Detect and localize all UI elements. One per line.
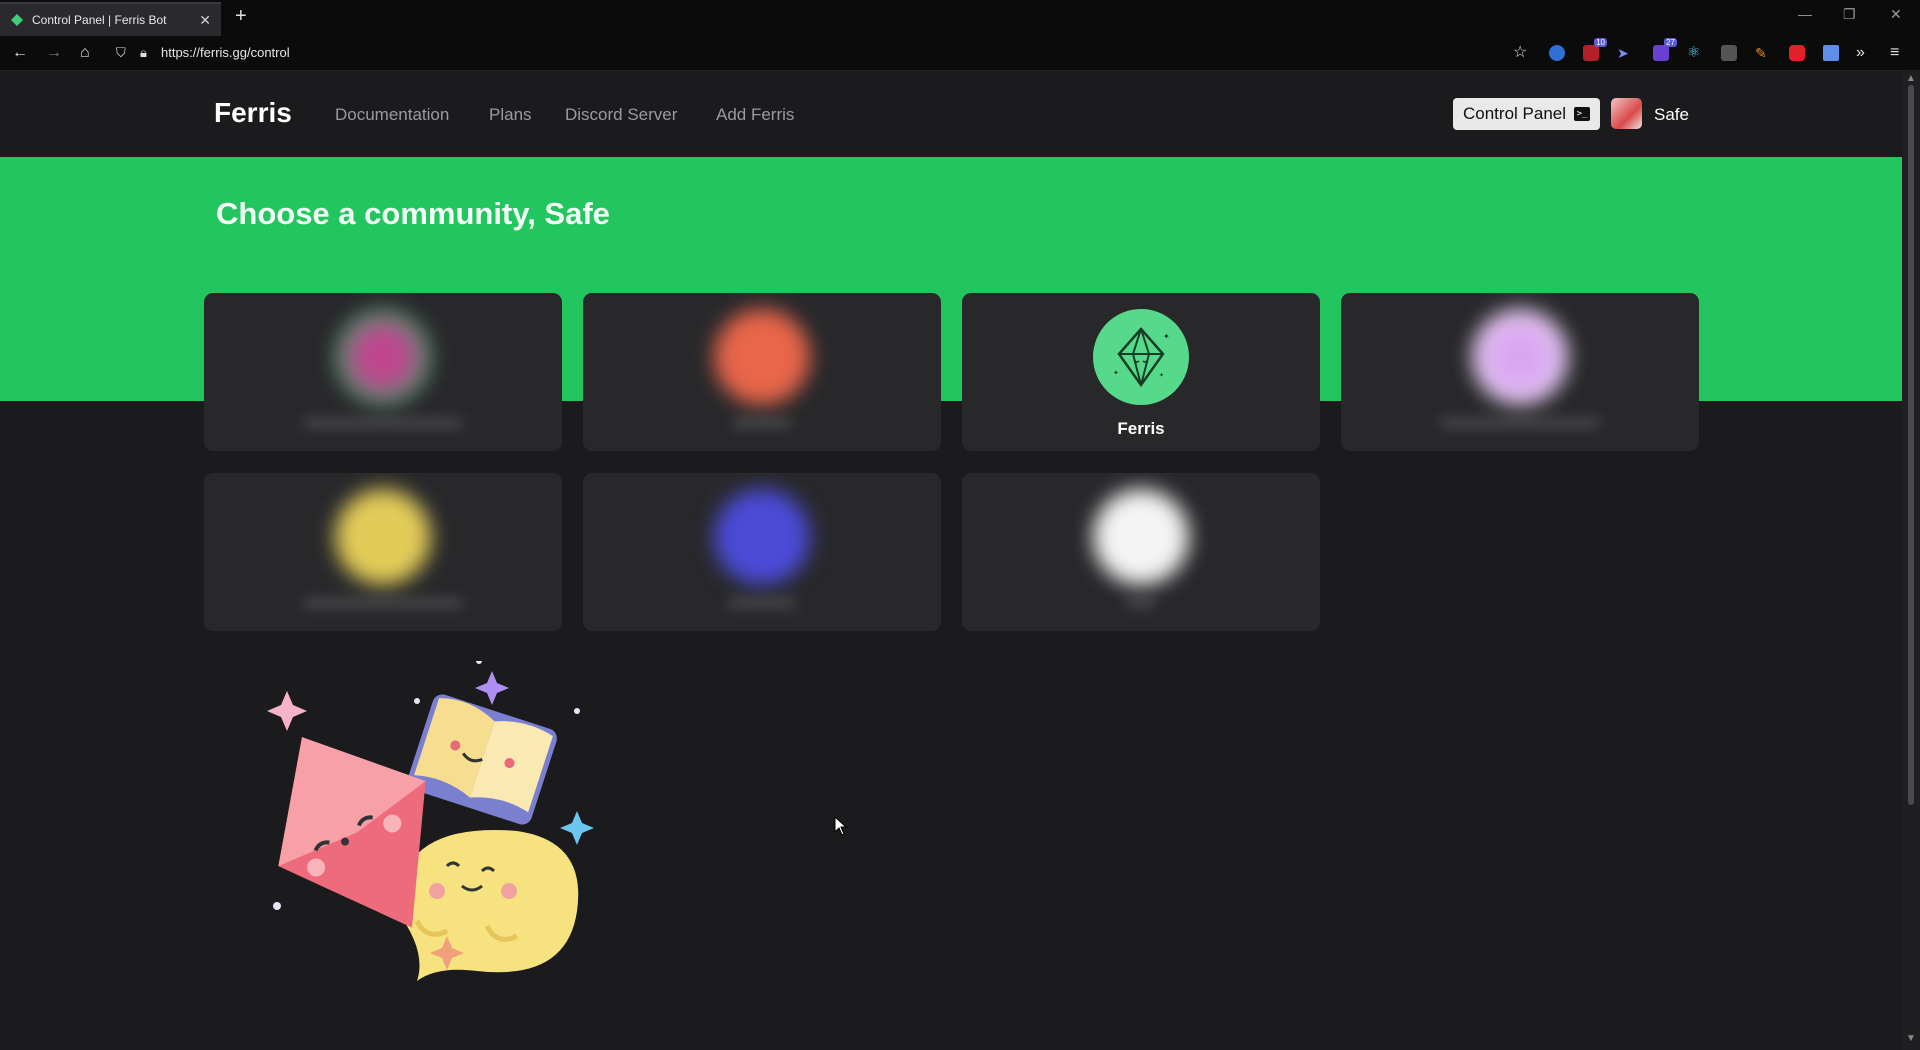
community-icon-blurred <box>335 489 431 585</box>
community-icon-blurred <box>714 489 810 585</box>
community-card[interactable] <box>1341 293 1699 451</box>
community-name-blurred <box>1126 597 1156 609</box>
scroll-thumb[interactable] <box>1908 85 1914 805</box>
community-name-blurred <box>1440 417 1600 429</box>
community-name: Ferris <box>1117 419 1165 438</box>
nav-plans[interactable]: Plans <box>489 105 532 125</box>
browser-toolbar: ← → ⌂ ⛉ 🔒︎ https://ferris.gg/control ☆ 1… <box>0 36 1920 71</box>
lock-icon[interactable]: 🔒︎ <box>140 44 147 62</box>
community-icon-blurred <box>1093 489 1189 585</box>
nav-discord-server[interactable]: Discord Server <box>565 105 677 125</box>
youtube-extension-icon[interactable] <box>1789 45 1805 61</box>
svg-text:✦: ✦ <box>1159 372 1164 379</box>
community-name-blurred <box>732 417 792 429</box>
close-tab-icon[interactable]: ✕ <box>199 12 211 29</box>
ublock-icon[interactable]: 10 <box>1583 38 1607 61</box>
page-content: Ferris Documentation Plans Discord Serve… <box>0 71 1902 1050</box>
svg-text:✦: ✦ <box>1163 332 1170 341</box>
community-icon-blurred <box>1472 309 1568 405</box>
community-card[interactable] <box>583 293 941 451</box>
avatar[interactable] <box>1611 98 1642 129</box>
browser-tab[interactable]: Control Panel | Ferris Bot ✕ <box>0 2 221 36</box>
nav-add-ferris[interactable]: Add Ferris <box>716 105 794 125</box>
svg-text:✦: ✦ <box>1113 369 1119 377</box>
control-panel-label: Control Panel <box>1463 104 1567 123</box>
community-card[interactable] <box>962 473 1320 631</box>
ferris-favicon-icon <box>11 14 23 26</box>
overflow-chevron-icon[interactable]: » <box>1856 44 1865 62</box>
menu-icon[interactable]: ≡ <box>1890 44 1899 62</box>
scroll-down-icon[interactable]: ▼ <box>1906 1033 1916 1044</box>
arrow-extension-icon[interactable]: ➤ <box>1617 45 1633 61</box>
bookmark-star-icon[interactable]: ☆ <box>1513 44 1527 62</box>
site-header: Ferris Documentation Plans Discord Serve… <box>0 71 1902 157</box>
tab-title: Control Panel | Ferris Bot <box>32 13 167 27</box>
community-card[interactable] <box>204 293 562 451</box>
shield-icon[interactable]: ⛉ <box>116 44 126 62</box>
restore-icon[interactable]: ❐ <box>1843 6 1856 23</box>
nav-documentation[interactable]: Documentation <box>335 105 449 125</box>
page-scrollbar[interactable]: ▲ ▼ <box>1902 71 1920 1050</box>
password-manager-icon[interactable] <box>1549 45 1565 61</box>
page-title: Choose a community, Safe <box>216 196 610 231</box>
home-icon[interactable]: ⌂ <box>80 44 90 62</box>
gray-extension-icon[interactable] <box>1721 45 1737 61</box>
control-panel-button[interactable]: Control Panel >_ <box>1453 98 1601 130</box>
community-icon-blurred <box>714 309 810 405</box>
purple-extension-icon[interactable]: 27 <box>1653 38 1677 61</box>
mouse-cursor-icon <box>834 816 848 836</box>
document-extension-icon[interactable] <box>1823 45 1839 61</box>
browser-tab-bar: Control Panel | Ferris Bot ✕ + — ❐ ✕ <box>0 0 1920 36</box>
brand-logo[interactable]: Ferris <box>214 97 292 129</box>
new-tab-button[interactable]: + <box>235 6 247 26</box>
community-name-blurred <box>303 597 463 609</box>
terminal-icon: >_ <box>1574 107 1591 121</box>
ublock-badge: 10 <box>1594 38 1607 47</box>
community-card-ferris[interactable]: ✦ ✦ ✦ Ferris <box>962 293 1320 451</box>
address-bar[interactable]: https://ferris.gg/control <box>161 45 290 60</box>
community-name-blurred <box>303 417 463 429</box>
mascot-illustration <box>267 661 594 981</box>
community-card[interactable] <box>204 473 562 631</box>
back-icon[interactable]: ← <box>12 44 28 62</box>
forward-icon[interactable]: → <box>46 44 62 62</box>
community-card[interactable] <box>583 473 941 631</box>
pen-extension-icon[interactable]: ✎ <box>1755 45 1771 61</box>
community-name-blurred <box>727 597 797 609</box>
ferris-community-icon: ✦ ✦ ✦ <box>1093 309 1189 405</box>
community-icon-blurred <box>335 309 431 405</box>
react-devtools-icon[interactable]: ⚛ <box>1687 45 1703 61</box>
username[interactable]: Safe <box>1654 105 1689 125</box>
purple-extension-badge: 27 <box>1664 38 1677 47</box>
minimize-icon[interactable]: — <box>1798 6 1812 22</box>
scroll-up-icon[interactable]: ▲ <box>1906 73 1916 84</box>
window-close-icon[interactable]: ✕ <box>1890 6 1902 23</box>
